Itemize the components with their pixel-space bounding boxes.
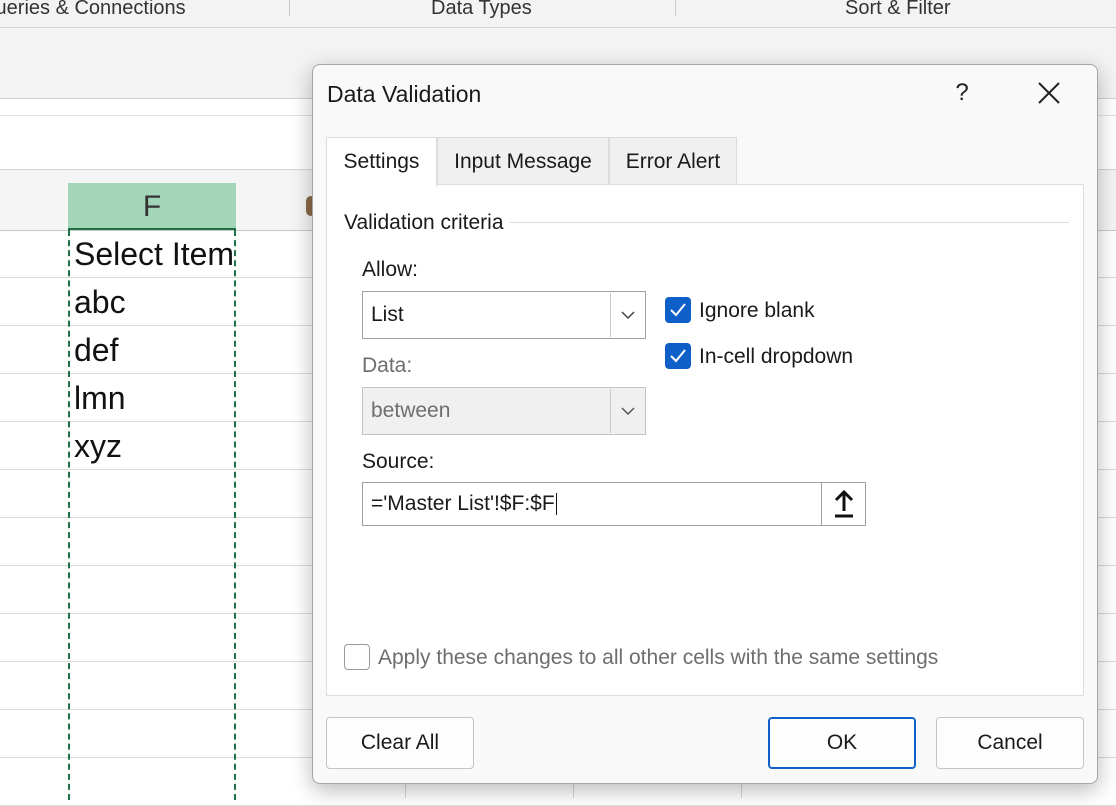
- in-cell-dropdown-label[interactable]: In-cell dropdown: [699, 345, 853, 369]
- group-divider: [507, 222, 1069, 223]
- source-input[interactable]: ='Master List'!$F:$F: [362, 482, 866, 526]
- data-dropdown[interactable]: between: [362, 387, 646, 435]
- check-icon: [670, 349, 686, 363]
- ribbon-group-bar: Queries & Connections Data Types Sort & …: [0, 0, 1116, 28]
- validation-criteria-label: Validation criteria: [344, 211, 510, 235]
- source-text: ='Master List'!$F:$F: [371, 492, 555, 515]
- chevron-down-icon[interactable]: [610, 293, 644, 337]
- allow-dropdown[interactable]: List: [362, 291, 646, 339]
- in-cell-dropdown-checkbox[interactable]: [665, 343, 691, 369]
- allow-value: List: [371, 303, 404, 326]
- cancel-button[interactable]: Cancel: [936, 717, 1084, 769]
- column-selection-marquee: [68, 230, 236, 800]
- ribbon-group-sort-filter[interactable]: Sort & Filter: [845, 0, 951, 20]
- close-icon[interactable]: [1029, 75, 1069, 111]
- ignore-blank-checkbox[interactable]: [665, 297, 691, 323]
- dialog-title: Data Validation: [327, 81, 482, 107]
- tab-settings[interactable]: Settings: [326, 137, 437, 187]
- data-label: Data:: [362, 354, 413, 377]
- text-caret: [555, 493, 557, 516]
- help-icon[interactable]: ?: [947, 77, 977, 109]
- apply-all-checkbox[interactable]: [344, 644, 370, 670]
- column-header-f[interactable]: F: [68, 183, 236, 230]
- ribbon-group-data-types[interactable]: Data Types: [431, 0, 532, 20]
- ribbon-separator: [289, 0, 290, 16]
- source-label: Source:: [362, 450, 435, 473]
- chevron-down-icon[interactable]: [610, 389, 644, 433]
- data-value: between: [371, 399, 451, 422]
- ok-button[interactable]: OK: [768, 717, 916, 769]
- source-value: ='Master List'!$F:$F: [371, 483, 557, 525]
- settings-panel: Validation criteria Allow: List Data: be…: [326, 184, 1084, 696]
- check-icon: [670, 303, 686, 317]
- allow-label: Allow:: [362, 258, 419, 281]
- ribbon-separator: [675, 0, 676, 16]
- ribbon-group-queries-connections[interactable]: Queries & Connections: [0, 0, 186, 20]
- collapse-dialog-icon[interactable]: [821, 483, 865, 525]
- tab-error-alert[interactable]: Error Alert: [609, 137, 737, 185]
- apply-all-label[interactable]: Apply these changes to all other cells w…: [378, 646, 938, 670]
- tab-input-message[interactable]: Input Message: [437, 137, 609, 185]
- ignore-blank-label[interactable]: Ignore blank: [699, 299, 815, 323]
- data-validation-dialog: Data Validation ? Settings Input Message…: [312, 64, 1098, 784]
- clear-all-button[interactable]: Clear All: [326, 717, 474, 769]
